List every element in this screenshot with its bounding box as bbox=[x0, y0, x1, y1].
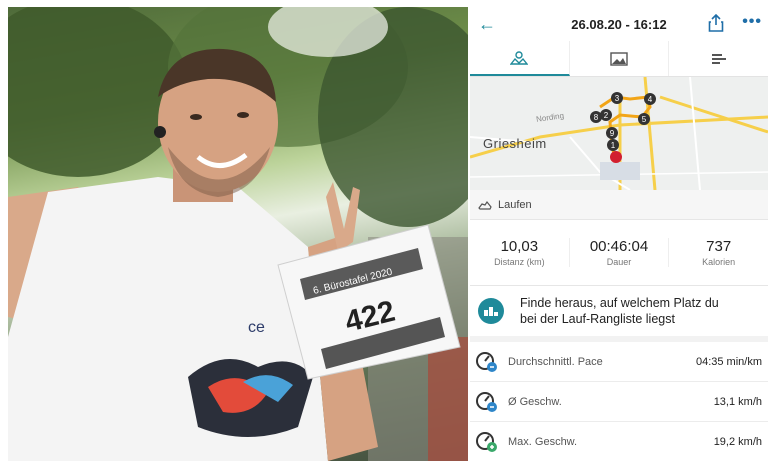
bars-icon bbox=[711, 53, 726, 64]
map-marker-label: 8 bbox=[594, 113, 599, 122]
stat-value: 737 bbox=[706, 238, 732, 255]
metric-value: 19,2 km/h bbox=[713, 435, 762, 448]
metric-label: Durchschnittl. Pace bbox=[508, 355, 603, 368]
image-icon bbox=[610, 51, 628, 66]
metric-row-avg-speed: Ø Geschw. 13,1 km/h bbox=[470, 382, 768, 422]
activity-type-row: Laufen bbox=[470, 190, 768, 220]
screenshot: ce 6. Bürostafel 2020 422 ← 26.08.20 - 1… bbox=[0, 0, 768, 461]
map-marker-label: 9 bbox=[610, 129, 615, 138]
activity-type-label: Laufen bbox=[498, 198, 532, 211]
metric-value: 04:35 min/km bbox=[695, 355, 762, 368]
leaderboard-badge-icon bbox=[478, 298, 504, 324]
stat-calories: 737 Kalorien bbox=[669, 238, 768, 267]
view-tabs bbox=[470, 41, 768, 77]
stat-value: 00:46:04 bbox=[589, 238, 649, 255]
promo-line-1: Finde heraus, auf welchem Platz du bbox=[520, 296, 719, 310]
finish-marker-icon bbox=[610, 151, 622, 163]
pace-gauge-icon bbox=[476, 351, 497, 372]
share-icon[interactable] bbox=[708, 14, 724, 32]
map-marker-label: 5 bbox=[642, 115, 647, 124]
shirt-logo-text: ce bbox=[248, 319, 265, 336]
top-bar: ← 26.08.20 - 16:12 ••• bbox=[470, 7, 768, 41]
tab-photos[interactable] bbox=[570, 41, 670, 76]
runner-photo: ce 6. Bürostafel 2020 422 bbox=[8, 7, 468, 461]
stat-duration: 00:46:04 Dauer bbox=[570, 238, 670, 267]
metric-row-max-speed: Max. Geschw. 19,2 km/h bbox=[470, 422, 768, 461]
stat-label: Kalorien bbox=[702, 257, 736, 267]
activity-detail-panel: ← 26.08.20 - 16:12 ••• 3 4 8 2 5 9 1 Nor… bbox=[470, 7, 768, 461]
stat-label: Distanz (km) bbox=[494, 257, 545, 267]
more-options-icon[interactable]: ••• bbox=[742, 13, 762, 31]
max-speed-gauge-icon bbox=[476, 431, 497, 452]
metric-label: Ø Geschw. bbox=[508, 395, 562, 408]
speed-gauge-icon bbox=[476, 391, 497, 412]
leaderboard-promo[interactable]: Finde heraus, auf welchem Platz du bei d… bbox=[470, 286, 768, 342]
running-shoe-icon bbox=[478, 200, 492, 210]
map-icon bbox=[510, 50, 529, 65]
photo-illustration: ce 6. Bürostafel 2020 422 bbox=[8, 7, 468, 461]
map-town-label: Griesheim bbox=[483, 136, 547, 151]
tab-statistics[interactable] bbox=[669, 41, 768, 76]
stat-label: Dauer bbox=[606, 257, 632, 267]
promo-line-2: bei der Lauf-Rangliste liegst bbox=[520, 312, 675, 326]
metric-row-avg-pace: Durchschnittl. Pace 04:35 min/km bbox=[470, 342, 768, 382]
route-map-graphic: 3 4 8 2 5 9 1 bbox=[470, 77, 768, 190]
map-marker-label: 2 bbox=[604, 111, 609, 120]
metric-value: 13,1 km/h bbox=[713, 395, 762, 408]
promo-text: Finde heraus, auf welchem Platz du bei d… bbox=[520, 295, 719, 327]
route-map[interactable]: 3 4 8 2 5 9 1 Nording Griesheim bbox=[470, 77, 768, 190]
map-marker-label: 1 bbox=[611, 141, 616, 150]
stat-distance: 10,03 Distanz (km) bbox=[470, 238, 570, 267]
map-marker-label: 4 bbox=[648, 95, 653, 104]
stat-value: 10,03 bbox=[500, 238, 539, 255]
tab-map[interactable] bbox=[470, 41, 570, 76]
map-marker-label: 3 bbox=[615, 94, 620, 103]
summary-stats: 10,03 Distanz (km) 00:46:04 Dauer 737 Ka… bbox=[470, 220, 768, 286]
metric-label: Max. Geschw. bbox=[508, 435, 578, 448]
